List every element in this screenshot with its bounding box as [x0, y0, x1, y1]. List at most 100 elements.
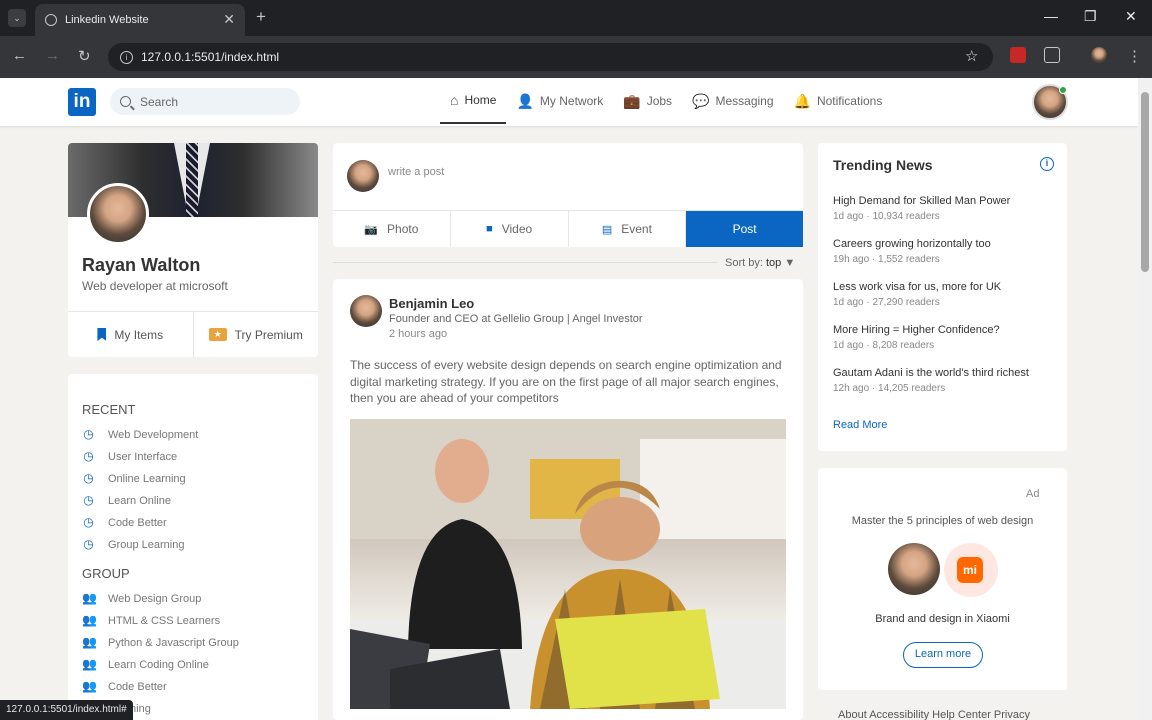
news-meta: 12h ago · 14,205 readers: [833, 383, 946, 394]
recent-item[interactable]: ◷ Web Development: [82, 428, 198, 441]
site-navbar: in Search ⌂ Home 👤 My Network 💼 Jobs 💬 Messa…: [0, 78, 1138, 126]
group-item[interactable]: 👥 Web Design Group: [82, 592, 201, 605]
home-icon: ⌂: [450, 92, 459, 108]
extensions-puzzle-icon[interactable]: [1044, 47, 1060, 63]
nav-notifications[interactable]: 🔔 Notifications: [784, 78, 893, 124]
video-button[interactable]: ■ Video: [451, 211, 569, 247]
close-tab-icon[interactable]: ✕: [223, 11, 235, 28]
recent-item[interactable]: ◷ Code Better: [82, 516, 166, 529]
news-item[interactable]: Careers growing horizontally too 19h ago …: [833, 238, 991, 265]
write-post-input[interactable]: write a post: [388, 166, 444, 178]
profile-avatar-icon[interactable]: [1091, 47, 1107, 63]
composer-actions: 📷 Photo ■ Video ▤ Event Post: [333, 210, 803, 247]
profile-name[interactable]: Rayan Walton: [82, 255, 200, 276]
back-icon[interactable]: ←: [12, 47, 27, 64]
new-tab-icon[interactable]: +: [256, 7, 266, 27]
news-item[interactable]: High Demand for Skilled Man Power 1d ago …: [833, 195, 1010, 222]
my-items-label: My Items: [114, 327, 164, 342]
feed-post: Benjamin Leo Founder and CEO at Gellelio…: [333, 279, 803, 720]
group-item[interactable]: 👥 Python & Javascript Group: [82, 636, 239, 649]
restore-icon[interactable]: ❐: [1084, 8, 1097, 25]
group-item-label: Code Better: [108, 680, 167, 693]
sort-label: Sort by:: [725, 257, 763, 269]
group-icon: 👥: [82, 635, 97, 649]
site-info-icon[interactable]: i: [120, 50, 133, 64]
tab-search-icon[interactable]: ⌄: [8, 9, 26, 27]
author-avatar[interactable]: [350, 295, 382, 327]
group-icon: 👥: [82, 679, 97, 693]
browser-tabstrip: ⌄ Linkedin Website ✕ + — ❐ ✕: [0, 0, 1152, 36]
tab-title: Linkedin Website: [65, 14, 149, 26]
history-icon: ◷: [83, 449, 94, 463]
group-icon: 👥: [82, 657, 97, 671]
news-item[interactable]: Gautam Adani is the world's third riches…: [833, 367, 1029, 394]
post-text: The success of every website design depe…: [350, 358, 782, 405]
my-items-button[interactable]: My Items: [68, 312, 193, 357]
recent-item[interactable]: ◷ Learn Online: [82, 494, 171, 507]
page-scrollbar[interactable]: [1138, 78, 1152, 720]
trending-news-card: Trending News i High Demand for Skilled …: [818, 143, 1067, 451]
news-item[interactable]: Less work visa for us, more for UK 1d ago…: [833, 281, 1001, 308]
address-bar[interactable]: i 127.0.0.1:5501/index.html: [108, 43, 993, 71]
close-window-icon[interactable]: ✕: [1125, 8, 1137, 25]
info-icon[interactable]: i: [1040, 157, 1054, 171]
learn-more-button[interactable]: Learn more: [903, 642, 983, 668]
news-headline: High Demand for Skilled Man Power: [833, 195, 1011, 207]
nav-home[interactable]: ⌂ Home: [440, 78, 507, 124]
news-item[interactable]: More Hiring = Higher Confidence? 1d ago ·…: [833, 324, 1000, 351]
news-headline: More Hiring = Higher Confidence?: [833, 324, 1000, 336]
xiaomi-logo: mi: [957, 557, 983, 583]
recent-item[interactable]: ◷ Group Learning: [82, 538, 184, 551]
group-item[interactable]: 👥 Learn Coding Online: [82, 658, 209, 671]
post-button[interactable]: Post: [686, 211, 803, 247]
menu-dots-icon[interactable]: ⋮: [1127, 47, 1142, 65]
profile-actions: My Items ★ Try Premium: [68, 311, 318, 357]
bell-icon: 🔔: [793, 92, 811, 109]
trending-title: Trending News: [833, 157, 933, 173]
event-button[interactable]: ▤ Event: [569, 211, 687, 247]
profile-picture[interactable]: [87, 183, 149, 245]
camera-icon: 📷: [364, 223, 379, 236]
sort-dropdown[interactable]: Sort by: top ▼: [725, 257, 795, 269]
scrollbar-thumb[interactable]: [1141, 92, 1149, 272]
extension-icon[interactable]: [1010, 47, 1026, 63]
group-item[interactable]: 👥 Code Better: [82, 680, 167, 693]
reload-icon[interactable]: ↻: [78, 47, 91, 65]
nav-messaging-label: Messaging: [715, 94, 774, 108]
linkedin-logo[interactable]: in: [68, 88, 96, 116]
group-heading: GROUP: [82, 566, 130, 581]
forward-icon[interactable]: →: [45, 47, 60, 64]
group-item-label: Learn Coding Online: [108, 658, 209, 671]
footer-links[interactable]: About Accessibility Help Center Privacy: [838, 709, 1030, 720]
bookmark-star-icon[interactable]: ☆: [965, 47, 978, 65]
event-label: Event: [621, 222, 652, 236]
recent-item[interactable]: ◷ Online Learning: [82, 472, 185, 485]
browser-tab[interactable]: Linkedin Website ✕: [35, 4, 245, 36]
news-headline: Gautam Adani is the world's third riches…: [833, 367, 1029, 379]
recent-item[interactable]: ◷ User Interface: [82, 450, 177, 463]
nav-messaging[interactable]: 💬 Messaging: [682, 78, 783, 124]
recent-heading: RECENT: [82, 402, 136, 417]
ad-text: Master the 5 principles of web design: [851, 515, 1034, 527]
author-title: Founder and CEO at Gellelio Group | Ange…: [389, 313, 643, 325]
history-icon: ◷: [83, 427, 94, 441]
photo-button[interactable]: 📷 Photo: [333, 211, 451, 247]
group-item[interactable]: 👥 HTML & CSS Learners: [82, 614, 220, 627]
post-image[interactable]: [350, 419, 786, 709]
user-avatar[interactable]: [1032, 84, 1068, 120]
profile-role: Web developer at microsoft: [82, 279, 228, 293]
try-premium-button[interactable]: ★ Try Premium: [192, 312, 319, 357]
news-meta: 1d ago · 10,934 readers: [833, 211, 940, 222]
search-input[interactable]: Search: [110, 88, 300, 115]
ad-card: Ad Master the 5 principles of web design…: [818, 468, 1067, 690]
message-icon: 💬: [692, 92, 710, 109]
globe-icon: [45, 14, 57, 26]
read-more-link[interactable]: Read More: [833, 419, 887, 431]
photo-label: Photo: [387, 222, 419, 236]
nav-jobs[interactable]: 💼 Jobs: [613, 78, 682, 124]
nav-my-network[interactable]: 👤 My Network: [506, 78, 613, 124]
xiaomi-logo-wrap: mi: [944, 543, 998, 597]
minimize-icon[interactable]: —: [1044, 8, 1058, 24]
bookmark-icon: [97, 328, 107, 341]
author-name[interactable]: Benjamin Leo: [389, 296, 474, 311]
